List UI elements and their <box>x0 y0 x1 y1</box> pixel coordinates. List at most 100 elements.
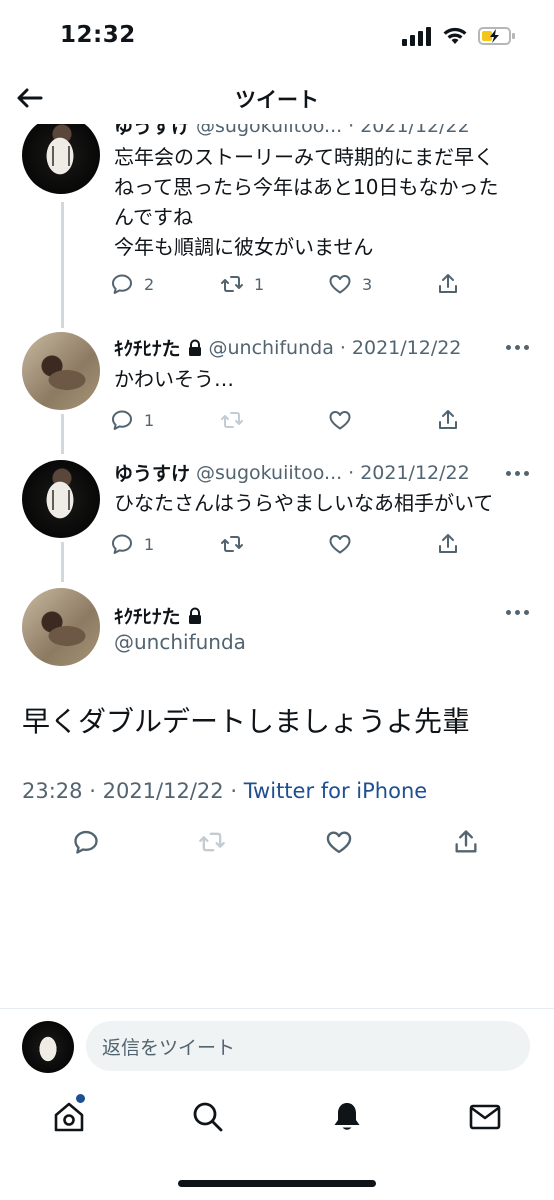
reply-placeholder: 返信をツイート <box>102 1036 236 1059</box>
share-icon <box>439 410 457 429</box>
display-name[interactable]: ゆうすけ <box>114 459 190 486</box>
tweet-actions: 1 <box>110 530 470 558</box>
reply-button[interactable]: 1 <box>110 406 154 434</box>
reply-icon <box>74 830 98 854</box>
tweet-date[interactable]: 2021/12/22 <box>360 462 470 484</box>
main-tweet-meta: 23:28 · 2021/12/22 · Twitter for iPhone <box>22 779 427 803</box>
like-icon <box>326 831 352 854</box>
reply-bar: 返信をツイート <box>0 1008 554 1084</box>
home-icon <box>54 1102 84 1132</box>
separator: · <box>230 779 238 803</box>
reply-button[interactable] <box>72 828 100 856</box>
retweet-button[interactable] <box>220 530 244 558</box>
share-button[interactable] <box>436 530 460 558</box>
reply-icon <box>112 534 132 554</box>
notifications-icon <box>334 1103 360 1130</box>
lock-icon <box>188 339 201 356</box>
tweet-date: 2021/12/22 <box>102 779 224 803</box>
search-icon <box>193 1102 223 1132</box>
share-button[interactable] <box>436 406 460 434</box>
more-options-button[interactable] <box>506 610 530 618</box>
my-avatar[interactable] <box>22 1021 74 1073</box>
display-name[interactable]: ｷｸﾁﾋﾅた <box>114 334 181 361</box>
share-button[interactable] <box>452 828 480 856</box>
home-indicator <box>178 1180 376 1187</box>
thread-tweet[interactable]: ｷｸﾁﾋﾅた @unchifunda · 2021/12/22 かわいそう… 1 <box>0 330 554 458</box>
reply-icon <box>112 274 132 294</box>
user-handle[interactable]: @unchifunda <box>209 337 334 359</box>
notification-dot <box>76 1094 85 1103</box>
tweet-text: ひなたさんはうらやましいなあ相手がいて <box>114 491 494 515</box>
like-button[interactable] <box>328 406 352 434</box>
tweet-actions: 2 1 3 <box>110 270 470 298</box>
signal-icon <box>402 27 431 46</box>
reply-count: 2 <box>144 274 155 294</box>
thread-tweet[interactable]: ゆうすけ @sugokuiitoo... · 2021/12/22 ひなたさんは… <box>0 458 554 586</box>
status-bar: 12:32 <box>0 0 554 72</box>
tweet-time: 23:28 <box>22 779 83 803</box>
reply-button[interactable]: 2 <box>110 270 154 298</box>
like-icon <box>329 275 351 294</box>
retweet-icon <box>221 412 243 428</box>
display-name[interactable]: ｷｸﾁﾋﾅた <box>114 602 181 629</box>
tweet-text: 忘年会のストーリーみて時期的にまだ早く ねって思ったら今年はあと10日もなかった… <box>114 145 499 259</box>
more-options-button[interactable] <box>506 345 530 353</box>
reply-button[interactable]: 1 <box>110 530 154 558</box>
tab-messages[interactable] <box>468 1100 502 1134</box>
header: ツイート <box>0 72 554 124</box>
status-icons <box>402 26 516 46</box>
like-icon <box>329 535 351 554</box>
retweet-button[interactable] <box>220 406 244 434</box>
main-tweet-text: 早くダブルデートしましょうよ先輩 <box>22 705 471 738</box>
share-icon <box>439 534 457 553</box>
like-button[interactable]: 3 <box>328 270 372 298</box>
share-icon <box>455 830 477 853</box>
retweet-icon <box>199 832 225 852</box>
reply-count: 1 <box>144 534 155 554</box>
tweet-text: かわいそう… <box>114 367 234 391</box>
tweet-actions: 1 <box>110 406 470 434</box>
thread-tweet[interactable]: ゆうすけ @sugokuiitoo... · 2021/12/22 忘年会のスト… <box>0 124 554 324</box>
reply-count: 1 <box>144 410 155 430</box>
retweet-button[interactable]: 1 <box>220 270 264 298</box>
more-options-button[interactable] <box>506 471 530 479</box>
reply-input[interactable]: 返信をツイート <box>86 1021 530 1071</box>
main-tweet-name-row: ｷｸﾁﾋﾅた <box>114 602 203 629</box>
like-button[interactable] <box>325 828 353 856</box>
tweet-header: ゆうすけ @sugokuiitoo... · 2021/12/22 <box>114 124 470 139</box>
tweet-header: ｷｸﾁﾋﾅた @unchifunda · 2021/12/22 <box>114 334 461 361</box>
page-title: ツイート <box>235 88 319 112</box>
battery-charging-icon <box>478 27 515 45</box>
user-handle[interactable]: @sugokuiitoo... <box>196 124 342 137</box>
like-button[interactable] <box>328 530 352 558</box>
retweet-icon <box>221 536 243 552</box>
retweet-button[interactable] <box>198 828 226 856</box>
messages-icon <box>469 1104 501 1130</box>
tweet-date[interactable]: 2021/12/22 <box>352 337 462 359</box>
main-tweet-actions <box>0 828 554 860</box>
avatar[interactable] <box>22 124 100 194</box>
user-handle[interactable]: @sugokuiitoo... <box>196 462 342 484</box>
tab-search[interactable] <box>191 1100 225 1134</box>
tweet-header: ゆうすけ @sugokuiitoo... · 2021/12/22 <box>114 459 470 486</box>
like-count: 3 <box>362 274 373 294</box>
tweet-source-link[interactable]: Twitter for iPhone <box>244 779 428 803</box>
reply-icon <box>112 410 132 430</box>
display-name[interactable]: ゆうすけ <box>114 124 190 139</box>
user-handle[interactable]: @unchifunda <box>114 630 246 654</box>
retweet-icon <box>221 276 243 292</box>
separator: · <box>348 461 355 484</box>
status-time: 12:32 <box>60 22 136 48</box>
avatar[interactable] <box>22 332 100 410</box>
separator: · <box>348 124 355 137</box>
conversation-thread: ゆうすけ @sugokuiitoo... · 2021/12/22 忘年会のスト… <box>0 124 554 604</box>
tweet-date[interactable]: 2021/12/22 <box>360 124 470 137</box>
lock-icon <box>188 607 201 624</box>
main-tweet-avatar[interactable] <box>22 588 100 666</box>
share-button[interactable] <box>436 270 460 298</box>
like-icon <box>329 411 351 430</box>
separator: · <box>89 779 96 803</box>
tab-notifications[interactable] <box>330 1100 364 1134</box>
tab-home[interactable] <box>52 1100 86 1134</box>
avatar[interactable] <box>22 460 100 538</box>
